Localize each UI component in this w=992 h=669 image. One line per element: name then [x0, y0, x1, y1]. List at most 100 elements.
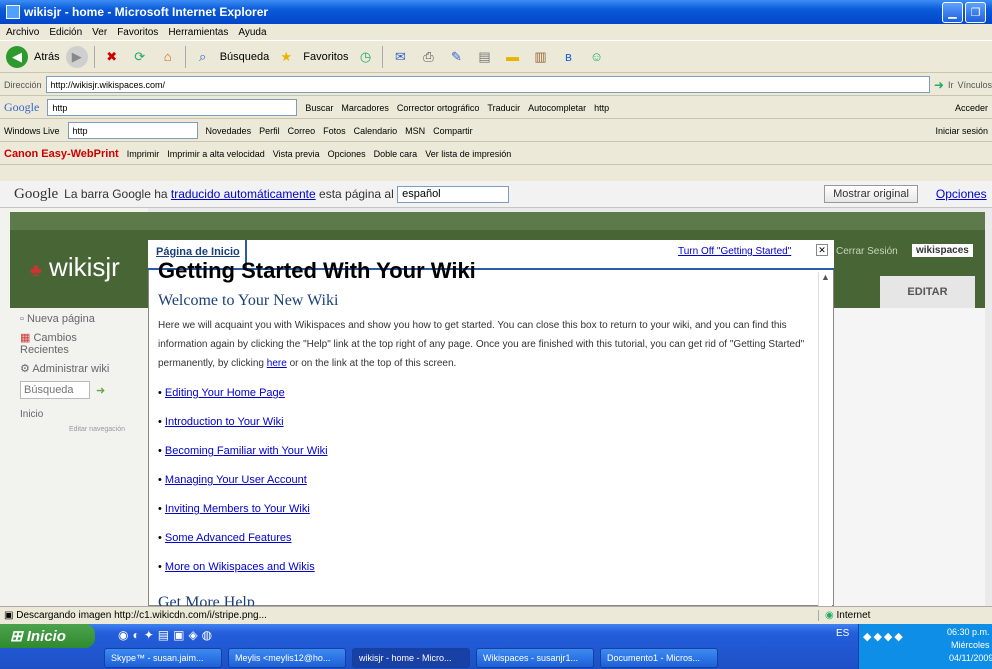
close-icon[interactable]: ✕ — [816, 244, 828, 256]
favorites-star-icon[interactable]: ★ — [275, 46, 297, 68]
google-search-input[interactable]: http — [47, 99, 298, 116]
canon-brand[interactable]: Canon Easy-WebPrint — [4, 148, 119, 160]
google-marcadores-button[interactable]: Marcadores — [341, 103, 389, 113]
link-editing-home-page[interactable]: Editing Your Home Page — [165, 387, 285, 399]
refresh-icon[interactable]: ⟳ — [129, 46, 151, 68]
search-label[interactable]: Búsqueda — [220, 51, 270, 63]
live-msn[interactable]: MSN — [405, 126, 425, 136]
menu-ver[interactable]: Ver — [92, 27, 107, 38]
live-compartir[interactable]: Compartir — [433, 126, 473, 136]
google-acceder-button[interactable]: Acceder — [955, 103, 988, 113]
start-button[interactable]: ⊞ Inicio — [0, 624, 95, 648]
folder-icon[interactable]: ▬ — [501, 46, 523, 68]
google-traducir-button[interactable]: Traducir — [487, 103, 520, 113]
link-user-account[interactable]: Managing Your User Account — [165, 474, 307, 486]
live-signin-button[interactable]: Iniciar sesión — [935, 126, 988, 136]
edit-navigation-link[interactable]: Editar navegación — [20, 426, 125, 433]
google-autocompletar-button[interactable]: Autocompletar — [528, 103, 586, 113]
translate-link[interactable]: traducido automáticamente — [171, 187, 316, 201]
translate-options-link[interactable]: Opciones — [936, 187, 987, 201]
edit-tab[interactable]: EDITAR — [880, 276, 975, 308]
link-more-wikispaces[interactable]: More on Wikispaces and Wikis — [165, 561, 315, 573]
live-correo[interactable]: Correo — [288, 126, 316, 136]
task-wikispaces[interactable]: Wikispaces - susanjr1... — [476, 648, 594, 668]
live-perfil[interactable]: Perfil — [259, 126, 280, 136]
stop-icon[interactable]: ✖ — [101, 46, 123, 68]
live-novedades[interactable]: Novedades — [206, 126, 252, 136]
task-documento[interactable]: Documento1 - Micros... — [600, 648, 718, 668]
globe-icon: ◉ — [825, 610, 834, 621]
language-indicator[interactable]: ES — [836, 628, 849, 639]
home-icon[interactable]: ⌂ — [157, 46, 179, 68]
canon-vista-previa[interactable]: Vista previa — [273, 149, 320, 159]
messenger-icon[interactable]: ☺ — [585, 46, 607, 68]
task-wikisjr[interactable]: wikisjr - home - Micro... — [352, 648, 470, 668]
translate-bar: Google La barra Google ha traducido auto… — [0, 181, 992, 208]
menu-favoritos[interactable]: Favoritos — [117, 27, 158, 38]
minimize-button[interactable]: ▁ — [942, 2, 963, 23]
google-http-button[interactable]: http — [594, 103, 609, 113]
print-icon[interactable]: ⎙ — [417, 46, 439, 68]
logout-link[interactable]: Cerrar Sesión — [836, 246, 898, 257]
sidebar-item-new-page[interactable]: ▫ Nueva página — [20, 313, 125, 325]
menu-edicion[interactable]: Edición — [49, 27, 82, 38]
research-icon[interactable]: ▥ — [529, 46, 551, 68]
canon-imprimir[interactable]: Imprimir — [127, 149, 160, 159]
link-inviting-members[interactable]: Inviting Members to Your Wiki — [165, 503, 310, 515]
quick-launch[interactable]: ◉◐✦▤▣◈◍ — [118, 628, 216, 642]
sidebar-item-label: Administrar wiki — [32, 363, 110, 375]
edit-icon[interactable]: ✎ — [445, 46, 467, 68]
sidebar-item-recent-changes[interactable]: ▦ Cambios Recientes — [20, 331, 125, 356]
scroll-up-icon[interactable]: ▲ — [819, 272, 832, 282]
forward-arrow-icon[interactable]: ▶ — [65, 45, 88, 68]
go-label[interactable]: Ir — [948, 80, 954, 90]
menu-herramientas[interactable]: Herramientas — [168, 27, 228, 38]
remove-getting-started-link[interactable]: here — [267, 358, 287, 369]
menu-ayuda[interactable]: Ayuda — [238, 27, 266, 38]
live-fotos[interactable]: Fotos — [323, 126, 346, 136]
mail-icon[interactable]: ✉ — [389, 46, 411, 68]
canon-opciones[interactable]: Opciones — [328, 149, 366, 159]
address-input[interactable]: http://wikisjr.wikispaces.com/ — [45, 76, 930, 93]
list-item: • More on Wikispaces and Wikis — [158, 561, 315, 573]
status-text: Descargando imagen http://c1.wikicdn.com… — [16, 610, 267, 621]
search-go-arrow-icon[interactable]: ➜ — [96, 384, 105, 397]
go-arrow-icon[interactable]: ➜ — [934, 78, 944, 92]
discuss-icon[interactable]: ▤ — [473, 46, 495, 68]
language-select[interactable]: español — [397, 185, 510, 203]
canon-imprimir-alta[interactable]: Imprimir a alta velocidad — [167, 149, 265, 159]
tray-icons[interactable]: ◆◆◆◆ — [863, 630, 905, 643]
intro-paragraph: Here we will acquaint you with Wikispace… — [158, 316, 810, 373]
ie-icon — [6, 5, 20, 19]
link-becoming-familiar[interactable]: Becoming Familiar with Your Wiki — [165, 445, 328, 457]
favorites-label[interactable]: Favoritos — [303, 51, 348, 63]
live-search-input[interactable]: http — [67, 122, 198, 139]
maximize-button[interactable]: ❐ — [965, 2, 986, 23]
sidebar-search-input[interactable] — [20, 381, 90, 399]
canon-doble-cara[interactable]: Doble cara — [374, 149, 418, 159]
task-skype[interactable]: Skype™ - susan.jaim... — [104, 648, 222, 668]
sidebar-item-admin[interactable]: ⚙ Administrar wiki — [20, 362, 125, 375]
translate-text-before: La barra Google ha — [64, 187, 168, 201]
wikispaces-badge[interactable]: wikispaces — [912, 244, 973, 257]
search-icon[interactable]: ⌕ — [192, 46, 214, 68]
modal-scrollbar[interactable]: ▲ — [818, 272, 832, 606]
site-logo[interactable]: ♣ wikisjr — [30, 252, 120, 283]
bluetooth-icon[interactable]: ʙ — [557, 46, 579, 68]
google-corrector-button[interactable]: Corrector ortográfico — [397, 103, 480, 113]
link-advanced-features[interactable]: Some Advanced Features — [165, 532, 292, 544]
live-calendario[interactable]: Calendario — [354, 126, 398, 136]
google-buscar-button[interactable]: Buscar — [305, 103, 333, 113]
sidebar-home-link[interactable]: Inicio — [20, 409, 125, 420]
modal-body: Getting Started With Your Wiki Welcome t… — [158, 256, 810, 606]
status-bar: ▣ Descargando imagen http://c1.wikicdn.c… — [0, 606, 992, 624]
links-label[interactable]: Vínculos — [957, 80, 992, 90]
link-introduction[interactable]: Introduction to Your Wiki — [165, 416, 284, 428]
task-meylis[interactable]: Meylis <meylis12@ho... — [228, 648, 346, 668]
menu-archivo[interactable]: Archivo — [6, 27, 39, 38]
back-arrow-icon[interactable]: ◀ — [6, 45, 28, 68]
show-original-button[interactable]: Mostrar original — [824, 185, 918, 203]
back-label[interactable]: Atrás — [34, 51, 60, 63]
canon-ver-lista[interactable]: Ver lista de impresión — [425, 149, 511, 159]
history-icon[interactable]: ◷ — [354, 46, 376, 68]
